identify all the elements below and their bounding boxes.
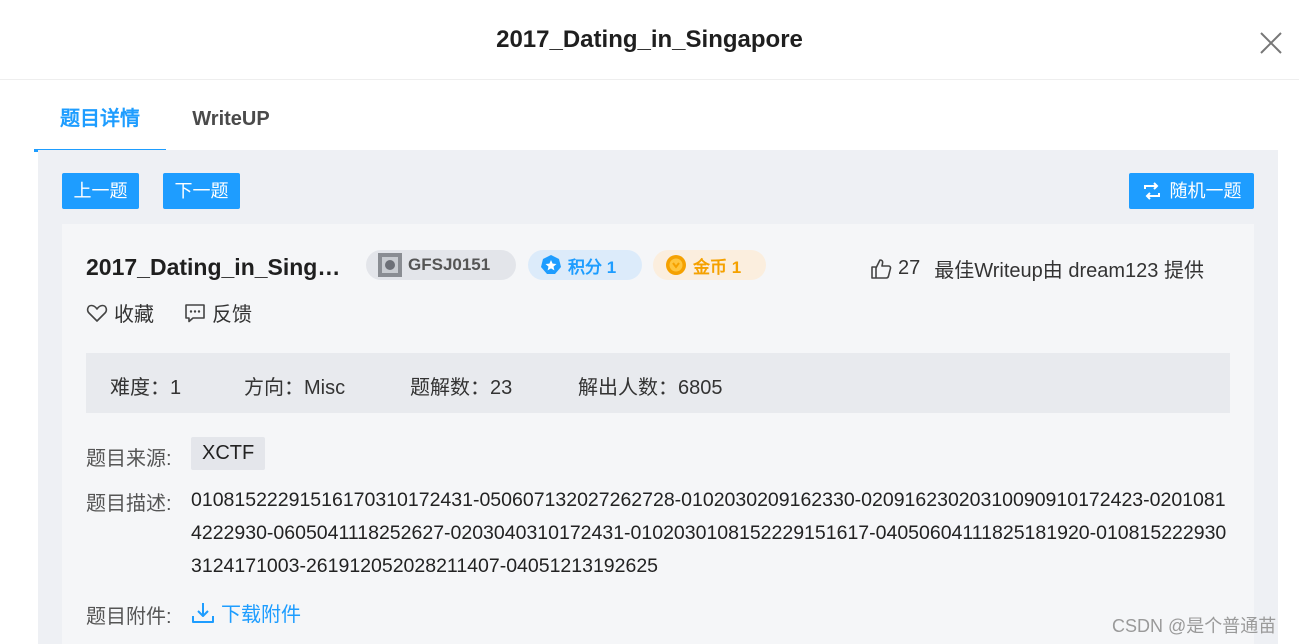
feedback-label: 反馈 bbox=[212, 304, 252, 326]
stats-bar: 难度：1 方向：Misc 题解数：23 解出人数：6805 bbox=[86, 353, 1230, 413]
challenge-card: 2017_Dating_in_Sing… GFSJ0151 积分 1 金币 1 bbox=[62, 224, 1254, 644]
likes-info: 27 最佳Writeup由 dream123 提供 bbox=[870, 254, 1204, 283]
stat-solvers: 解出人数：6805 bbox=[578, 377, 723, 399]
description-text: 01081522291516170310172431-0506071320272… bbox=[191, 489, 1227, 577]
score-badge: 积分 1 bbox=[528, 250, 642, 280]
thumbs-up-icon[interactable] bbox=[870, 258, 892, 280]
random-button[interactable]: 随机一题 bbox=[1129, 173, 1254, 209]
coin-icon bbox=[666, 255, 686, 275]
shuffle-icon bbox=[1143, 182, 1160, 200]
description-label: 题目描述: bbox=[86, 493, 172, 515]
download-label: 下载附件 bbox=[221, 604, 301, 626]
star-badge-icon bbox=[541, 255, 561, 274]
tab-writeup[interactable]: WriteUP bbox=[166, 95, 296, 152]
next-button[interactable]: 下一题 bbox=[163, 173, 240, 209]
challenge-code: GFSJ0151 bbox=[408, 255, 491, 274]
heart-icon bbox=[86, 304, 108, 322]
download-icon bbox=[192, 602, 214, 623]
stat-direction: 方向：Misc bbox=[244, 377, 346, 399]
chat-bubble-icon bbox=[185, 303, 205, 322]
close-icon bbox=[1260, 32, 1282, 54]
avatar-icon bbox=[378, 253, 402, 277]
source-label: 题目来源: bbox=[86, 448, 172, 470]
modal-title: 2017_Dating_in_Singapore bbox=[496, 26, 803, 53]
stat-solves: 题解数：23 bbox=[410, 377, 513, 399]
modal-header: 2017_Dating_in_Singapore bbox=[0, 0, 1299, 80]
content-panel: 上一题 下一题 随机一题 2017_Dating_in_Sing… GFSJ01… bbox=[38, 150, 1278, 644]
score-value: 积分 1 bbox=[568, 257, 617, 277]
favorite-label: 收藏 bbox=[114, 304, 154, 326]
prev-button[interactable]: 上一题 bbox=[62, 173, 139, 209]
coin-value: 金币 1 bbox=[693, 257, 742, 277]
likes-count: 27 bbox=[898, 257, 921, 279]
source-tag: XCTF bbox=[191, 437, 266, 470]
favorite-button[interactable]: 收藏 bbox=[86, 298, 154, 327]
stat-difficulty: 难度：1 bbox=[110, 377, 182, 399]
challenge-title: 2017_Dating_in_Sing… bbox=[86, 254, 341, 280]
tab-details[interactable]: 题目详情 bbox=[34, 95, 166, 152]
watermark: CSDN @是个普通苗 bbox=[1112, 616, 1277, 636]
best-writeup-text: 最佳Writeup由 dream123 提供 bbox=[934, 260, 1204, 282]
attachment-label: 题目附件: bbox=[86, 606, 172, 628]
close-button[interactable] bbox=[1259, 31, 1283, 55]
random-button-label: 随机一题 bbox=[1169, 181, 1242, 201]
challenge-code-badge: GFSJ0151 bbox=[366, 250, 516, 280]
feedback-button[interactable]: 反馈 bbox=[184, 298, 252, 327]
download-attachment-link[interactable]: 下载附件 bbox=[191, 598, 301, 627]
coin-badge: 金币 1 bbox=[653, 250, 766, 280]
